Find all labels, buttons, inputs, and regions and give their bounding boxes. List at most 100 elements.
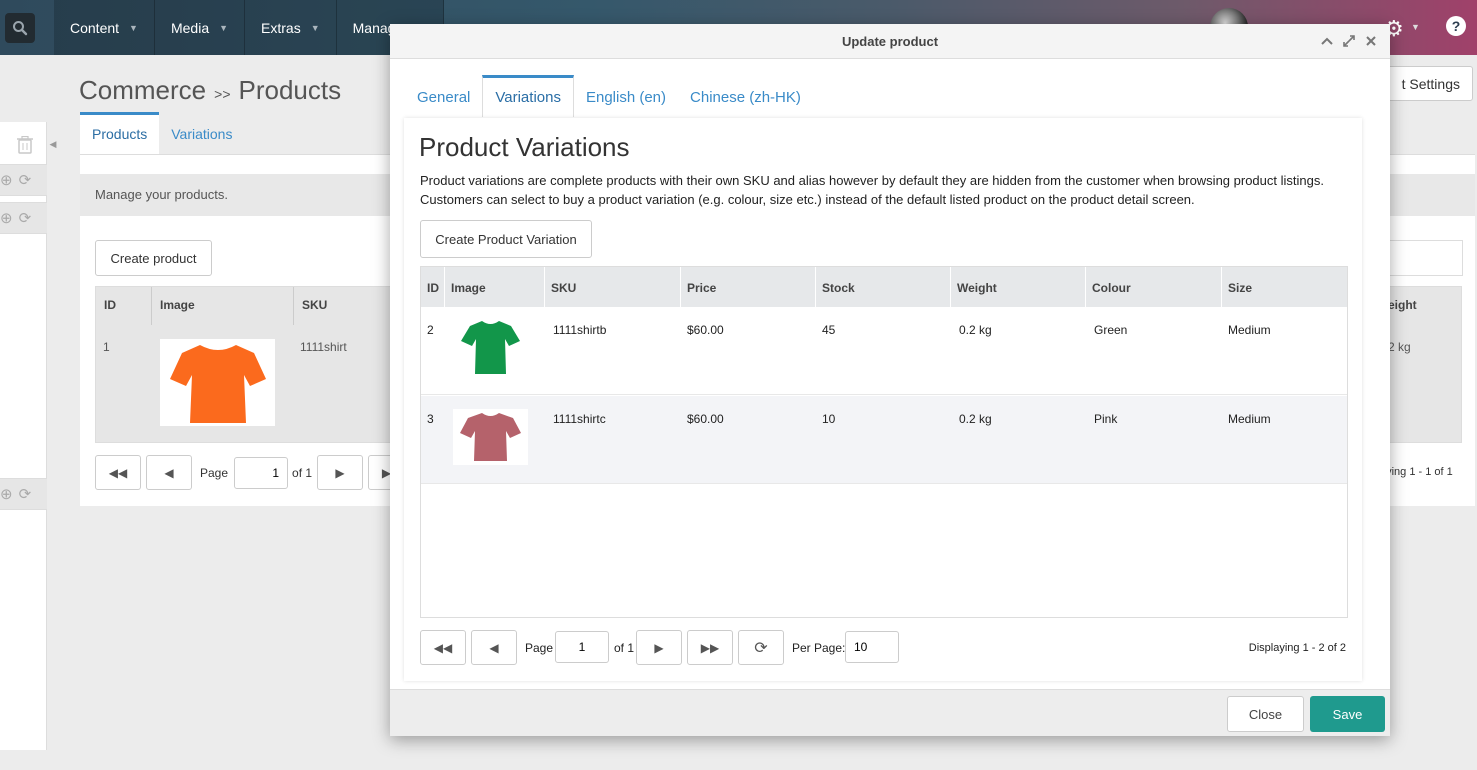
cell-id: 3 bbox=[427, 412, 434, 426]
next-page-icon: ▶ bbox=[654, 640, 664, 655]
main-menu: Content ▼ Media ▼ Extras ▼ Manage bbox=[54, 0, 445, 55]
cell-price: $60.00 bbox=[687, 412, 724, 426]
chevron-down-icon: ▼ bbox=[219, 22, 229, 33]
column-header-sku[interactable]: SKU bbox=[545, 267, 681, 307]
refresh-icon[interactable]: ⟳ bbox=[19, 171, 32, 189]
cell-price: $60.00 bbox=[687, 323, 724, 337]
column-header[interactable]: eight bbox=[1388, 298, 1417, 312]
cell-colour: Pink bbox=[1094, 412, 1118, 426]
variation-image bbox=[453, 409, 528, 465]
tab-general[interactable]: General bbox=[405, 75, 482, 117]
tshirt-icon bbox=[170, 345, 266, 423]
column-header-size[interactable]: Size bbox=[1222, 267, 1347, 307]
next-page-button[interactable]: ▶ bbox=[317, 455, 364, 490]
next-page-button[interactable]: ▶ bbox=[636, 630, 682, 665]
column-header-price[interactable]: Price bbox=[681, 267, 816, 307]
cell-colour: Green bbox=[1094, 323, 1128, 337]
table-row[interactable]: 3 1111shirtc $60.00 10 0.2 kg Pink Mediu… bbox=[421, 396, 1347, 484]
page-number-input[interactable] bbox=[234, 456, 289, 489]
prev-page-button[interactable]: ◀ bbox=[471, 630, 517, 665]
page-number-input[interactable] bbox=[555, 631, 609, 663]
menu-content[interactable]: Content ▼ bbox=[54, 0, 155, 55]
column-header[interactable]: ID bbox=[96, 287, 152, 325]
column-header-stock[interactable]: Stock bbox=[816, 267, 951, 307]
first-page-icon: ◀◀ bbox=[433, 640, 453, 655]
refresh-button[interactable]: ⟳ bbox=[738, 630, 784, 665]
cell-weight: 2 kg bbox=[1388, 340, 1411, 354]
column-header[interactable]: SKU bbox=[294, 287, 394, 325]
add-circle-icon[interactable]: ⊕ bbox=[0, 209, 13, 227]
variations-grid: ID Image SKU Price Stock Weight Colour S… bbox=[420, 266, 1348, 618]
prev-page-icon: ◀ bbox=[489, 640, 499, 655]
column-header-colour[interactable]: Colour bbox=[1086, 267, 1222, 307]
last-page-icon: ▶▶ bbox=[700, 640, 720, 655]
prev-page-button[interactable]: ◀ bbox=[146, 455, 192, 490]
variations-pager: ◀◀ ◀ Page of 1 ▶ ▶▶ ⟳ Per Page: Displayi… bbox=[420, 630, 1350, 666]
refresh-icon: ⟳ bbox=[754, 639, 768, 657]
product-image bbox=[160, 339, 275, 426]
cell-image bbox=[445, 307, 545, 394]
section-description: Product variations are complete products… bbox=[420, 173, 1324, 207]
column-header-image[interactable]: Image bbox=[445, 267, 545, 307]
last-page-button[interactable]: ▶▶ bbox=[687, 630, 733, 665]
add-circle-icon[interactable]: ⊕ bbox=[0, 171, 13, 189]
cell-weight: 0.2 kg bbox=[959, 412, 992, 426]
first-page-button[interactable]: ◀◀ bbox=[95, 455, 141, 490]
update-product-dialog: Update product General Variations Englis… bbox=[390, 24, 1390, 736]
tshirt-icon bbox=[460, 413, 521, 461]
menu-media[interactable]: Media ▼ bbox=[154, 0, 246, 55]
cell-id: 1 bbox=[103, 340, 110, 354]
first-page-button[interactable]: ◀◀ bbox=[420, 630, 466, 665]
help-icon[interactable]: ? bbox=[1446, 16, 1466, 36]
dialog-tabs: General Variations English (en) Chinese … bbox=[405, 75, 813, 117]
cell-sku: 1111shirt bbox=[300, 340, 347, 354]
per-page-input[interactable] bbox=[845, 631, 899, 663]
refresh-icon[interactable]: ⟳ bbox=[19, 209, 32, 227]
chevron-down-icon: ▼ bbox=[310, 22, 320, 33]
column-header[interactable]: Image bbox=[152, 287, 294, 325]
tab-variations[interactable]: Variations bbox=[482, 75, 574, 117]
dialog-header: Update product bbox=[390, 24, 1390, 59]
variations-panel: Product Variations Product variations ar… bbox=[404, 118, 1362, 681]
column-header-id[interactable]: ID bbox=[421, 267, 445, 307]
tab-products[interactable]: Products bbox=[80, 112, 160, 154]
maximize-icon[interactable] bbox=[1342, 32, 1356, 50]
refresh-icon[interactable]: ⟳ bbox=[19, 485, 32, 503]
create-product-button[interactable]: Create product bbox=[95, 240, 212, 276]
cell-weight: 0.2 kg bbox=[959, 323, 992, 337]
page-title: Commerce >> Products bbox=[79, 75, 342, 105]
add-circle-icon[interactable]: ⊕ bbox=[0, 485, 13, 503]
close-icon[interactable] bbox=[1364, 32, 1378, 50]
grid-header: ID Image SKU Price Stock Weight Colour S… bbox=[421, 267, 1347, 307]
create-variation-button[interactable]: Create Product Variation bbox=[420, 220, 592, 258]
first-page-icon: ◀◀ bbox=[108, 465, 128, 480]
tab-chinese[interactable]: Chinese (zh-HK) bbox=[678, 75, 813, 117]
tshirt-icon bbox=[461, 321, 520, 374]
menu-extras[interactable]: Extras ▼ bbox=[245, 0, 337, 55]
collapse-icon[interactable] bbox=[1320, 32, 1334, 50]
cell-stock: 10 bbox=[822, 412, 836, 426]
column-header-weight[interactable]: Weight bbox=[951, 267, 1086, 307]
search-icon bbox=[13, 20, 28, 35]
tab-variations[interactable]: Variations bbox=[159, 112, 244, 156]
next-page-icon: ▶ bbox=[335, 465, 345, 480]
save-button[interactable]: Save bbox=[1310, 696, 1385, 732]
table-row[interactable]: 2 1111shirtb $60.00 45 0.2 kg Green Medi… bbox=[421, 307, 1347, 395]
search-input[interactable] bbox=[1380, 240, 1463, 276]
prev-page-icon: ◀ bbox=[164, 465, 174, 480]
chevron-down-icon: ▼ bbox=[1411, 22, 1420, 32]
cell-id: 2 bbox=[427, 323, 434, 337]
cell-size: Medium bbox=[1228, 323, 1271, 337]
close-button[interactable]: Close bbox=[1227, 696, 1304, 732]
trash-icon[interactable] bbox=[17, 136, 33, 154]
collapse-tree-toggle[interactable]: ◀ bbox=[47, 122, 59, 166]
cell-sku: 1111shirtc bbox=[553, 412, 606, 426]
products-pager: ◀◀ ◀ Page of 1 ▶ ▶▶ bbox=[95, 455, 415, 490]
section-heading: Product Variations bbox=[419, 132, 630, 162]
tree-toolbar-row: ⊕ ⟳ bbox=[0, 164, 47, 196]
search-button[interactable] bbox=[0, 0, 40, 55]
cell-image bbox=[445, 396, 545, 483]
tree-toolbar-row: ⊕ ⟳ bbox=[0, 478, 47, 510]
tab-english[interactable]: English (en) bbox=[574, 75, 678, 117]
pager-display-text: Displaying 1 - 2 of 2 bbox=[1248, 642, 1346, 654]
